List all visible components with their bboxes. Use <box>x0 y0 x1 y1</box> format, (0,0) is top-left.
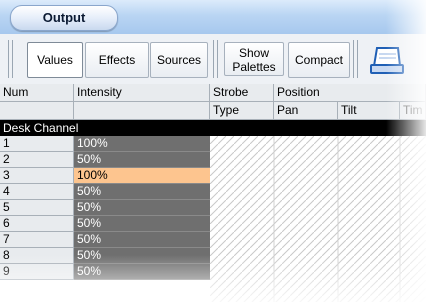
row-intensity[interactable]: 100% <box>74 136 210 152</box>
header-num[interactable]: Num <box>0 84 74 102</box>
table-row[interactable]: 1 100% <box>0 136 426 152</box>
table-row[interactable]: 4 50% <box>0 184 426 200</box>
tab-effects[interactable]: Effects <box>85 42 149 78</box>
show-palettes-line2: Palettes <box>232 60 276 74</box>
compact-button[interactable]: Compact <box>288 42 350 78</box>
show-palettes-line1: Show <box>238 46 270 60</box>
toolbar-grip-3[interactable] <box>353 40 358 78</box>
table-row[interactable]: 7 50% <box>0 232 426 248</box>
table-row[interactable]: 2 50% <box>0 152 426 168</box>
output-window: Output Values Effects Sources Show Palet… <box>0 0 426 302</box>
header-pan[interactable]: Pan <box>274 102 338 120</box>
table-row[interactable]: 6 50% <box>0 216 426 232</box>
row-num: 1 <box>0 136 74 152</box>
header-strobe[interactable]: Strobe <box>210 84 274 102</box>
header-type[interactable]: Type <box>210 102 274 120</box>
toolbar-grip[interactable] <box>8 40 13 78</box>
output-title-tab[interactable]: Output <box>10 5 118 31</box>
header-intensity-sub <box>74 102 210 120</box>
header-intensity[interactable]: Intensity <box>74 84 210 102</box>
row-intensity[interactable]: 50% <box>74 200 210 216</box>
row-intensity[interactable]: 50% <box>74 184 210 200</box>
table-row-selected[interactable]: 3 100% <box>0 168 426 184</box>
printer-icon[interactable] <box>368 44 406 76</box>
row-num: 8 <box>0 248 74 264</box>
window-title: Output <box>42 10 86 25</box>
header-tilt[interactable]: Tilt <box>338 102 400 120</box>
tab-values[interactable]: Values <box>27 42 83 78</box>
row-intensity[interactable]: 50% <box>74 248 210 264</box>
table-row[interactable]: 9 50% <box>0 264 426 280</box>
header-tim[interactable]: Tim <box>400 102 426 120</box>
header-position[interactable]: Position <box>274 84 426 102</box>
tab-sources[interactable]: Sources <box>150 42 208 78</box>
row-intensity[interactable]: 50% <box>74 264 210 280</box>
table-row[interactable]: 5 50% <box>0 200 426 216</box>
row-num: 9 <box>0 264 74 280</box>
row-num: 4 <box>0 184 74 200</box>
row-num: 6 <box>0 216 74 232</box>
table-row[interactable]: 8 50% <box>0 248 426 264</box>
toolbar: Values Effects Sources Show Palettes Com… <box>0 34 426 85</box>
row-intensity-selected[interactable]: 100% <box>74 168 210 184</box>
row-intensity[interactable]: 50% <box>74 152 210 168</box>
show-palettes-button[interactable]: Show Palettes <box>224 42 284 76</box>
row-num: 3 <box>0 168 74 184</box>
header-num-sub <box>0 102 74 120</box>
row-num: 7 <box>0 232 74 248</box>
row-intensity[interactable]: 50% <box>74 232 210 248</box>
row-num: 2 <box>0 152 74 168</box>
row-intensity[interactable]: 50% <box>74 216 210 232</box>
row-num: 5 <box>0 200 74 216</box>
toolbar-grip-2[interactable] <box>213 40 218 78</box>
title-bar: Output <box>0 0 426 35</box>
